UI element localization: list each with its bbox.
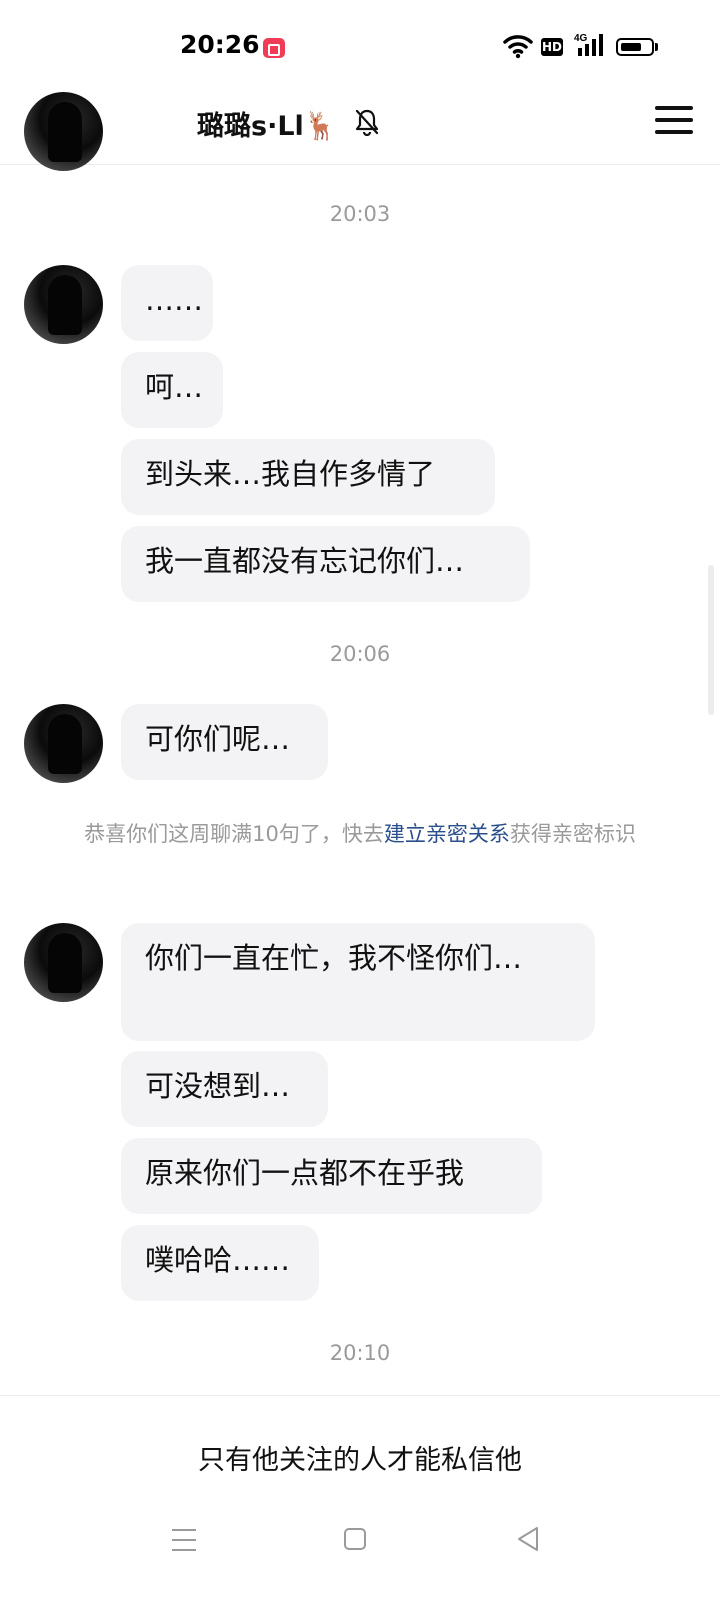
message-bubble[interactable]: 原来你们一点都不在乎我 <box>121 1138 542 1214</box>
restriction-notice: 只有他关注的人才能私信他 <box>198 1445 522 1476</box>
message-bubble[interactable]: 可你们呢… <box>121 704 328 780</box>
message-bubble[interactable]: 可没想到… <box>121 1051 328 1127</box>
wifi-icon <box>503 35 533 59</box>
message-timestamp: 20:10 <box>329 1341 391 1365</box>
message-timestamp: 20:06 <box>329 642 391 666</box>
chat-area[interactable]: 20:03 …… 呵… 到头来…我自作多情了 我一直都没有忘记你们… 20:06… <box>0 165 720 1395</box>
status-bar: 20:26 HD 4G <box>0 0 720 92</box>
system-note-prefix: 恭喜你们这周聊满10句了，快去 <box>84 822 384 846</box>
message-bubble[interactable]: 到头来…我自作多情了 <box>121 439 495 515</box>
mute-bell-icon <box>355 109 379 136</box>
intimacy-system-note: 恭喜你们这周聊满10句了，快去建立亲密关系获得亲密标识 <box>60 816 660 853</box>
battery-level <box>621 43 641 51</box>
build-intimacy-link[interactable]: 建立亲密关系 <box>384 822 510 846</box>
message-timestamp: 20:03 <box>329 202 391 226</box>
system-nav-bar <box>0 1505 720 1600</box>
battery-icon <box>616 38 654 56</box>
contact-name[interactable]: 璐璐s·Ll🦌 <box>197 104 337 143</box>
nav-home-icon[interactable] <box>344 1528 366 1550</box>
message-bubble[interactable]: 呵… <box>121 352 223 428</box>
message-bubble[interactable]: …… <box>121 265 213 341</box>
nav-back-icon[interactable] <box>515 1525 541 1553</box>
message-restriction-bar: 只有他关注的人才能私信他 <box>0 1395 720 1506</box>
message-bubble[interactable]: 噗哈哈…… <box>121 1225 319 1301</box>
message-bubble[interactable]: 我一直都没有忘记你们… <box>121 526 530 602</box>
hd-icon: HD <box>541 38 563 56</box>
sender-avatar[interactable] <box>24 923 103 1002</box>
network-type-label: 4G <box>574 33 588 44</box>
scroll-indicator <box>708 565 714 715</box>
message-bubble[interactable]: 你们一直在忙，我不怪你们… <box>121 923 595 1041</box>
chat-header: 6 璐璐s·Ll🦌 <box>0 92 720 171</box>
contact-avatar[interactable] <box>24 92 103 171</box>
status-time: 20:26 <box>180 30 260 59</box>
battery-tip <box>655 43 658 51</box>
nav-menu-icon[interactable] <box>172 1529 196 1551</box>
sender-avatar[interactable] <box>24 704 103 783</box>
screen-record-icon <box>263 38 285 58</box>
sender-avatar[interactable] <box>24 265 103 344</box>
system-note-suffix: 获得亲密标识 <box>509 822 636 846</box>
menu-icon[interactable] <box>655 106 693 134</box>
signal-icon: 4G <box>574 33 603 56</box>
